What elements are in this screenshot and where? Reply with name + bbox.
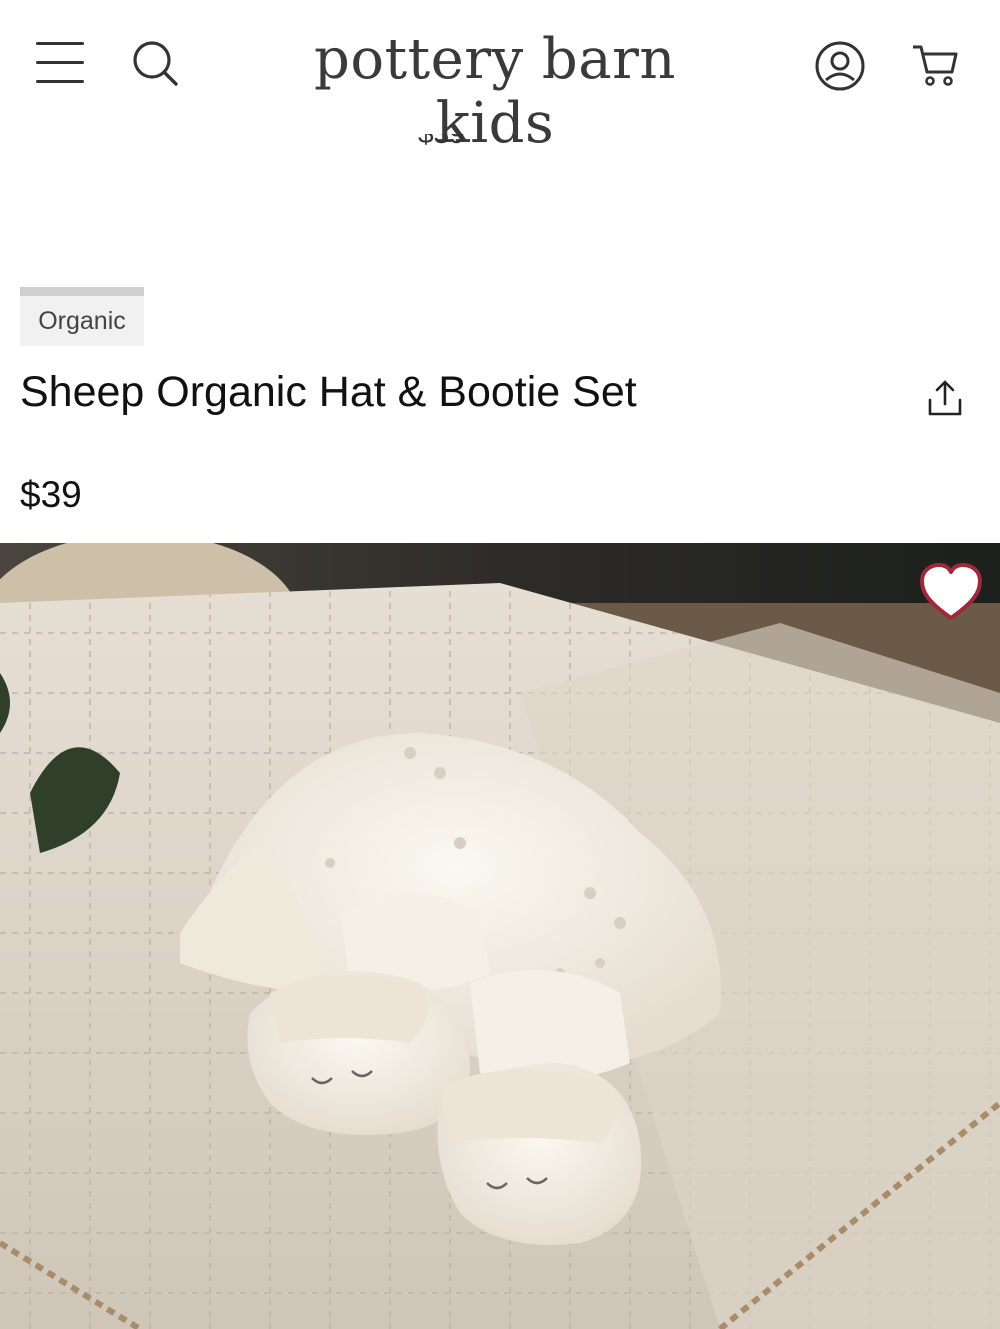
previous-price-text: $39 — [418, 134, 465, 149]
badge-label: Organic — [20, 296, 144, 346]
heart-icon[interactable] — [918, 562, 984, 624]
previous-product-price: $39 — [418, 134, 465, 156]
user-account-icon[interactable] — [814, 40, 866, 92]
product-image[interactable] — [0, 543, 1000, 1329]
product-price: $39 — [20, 474, 82, 515]
badge-bar — [20, 287, 144, 296]
shopping-cart-icon[interactable] — [910, 42, 960, 90]
site-header: pottery barn kids — [0, 0, 1000, 156]
share-icon[interactable] — [924, 378, 966, 420]
site-logo[interactable]: pottery barn kids — [280, 28, 710, 156]
search-icon[interactable] — [130, 38, 180, 88]
hamburger-menu-icon[interactable] — [36, 42, 84, 84]
product-title: Sheep Organic Hat & Bootie Set — [20, 368, 637, 416]
organic-badge: Organic — [20, 287, 144, 346]
